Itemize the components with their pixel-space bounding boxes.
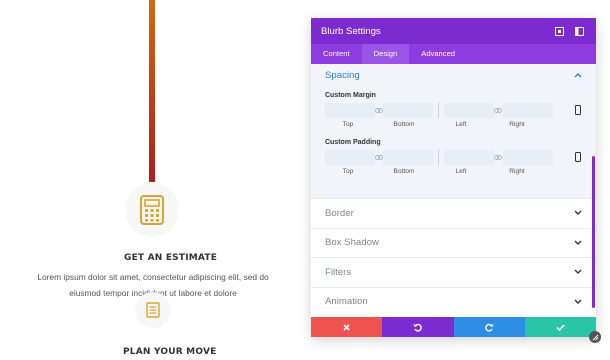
filters-title: Filters <box>325 266 352 278</box>
close-icon <box>343 323 350 331</box>
animation-section[interactable]: Animation <box>311 286 596 316</box>
spacing-section: Spacing Custom Margin Top Bottom Left Ri… <box>311 64 596 198</box>
tab-content[interactable]: Content <box>311 44 362 64</box>
settings-content: Spacing Custom Margin Top Bottom Left Ri… <box>311 64 596 317</box>
custom-padding-label: Custom Padding <box>325 139 381 146</box>
expand-icon[interactable] <box>552 24 566 38</box>
redo-button[interactable] <box>453 317 525 337</box>
spacing-section-header[interactable]: Spacing <box>311 64 596 86</box>
box-shadow-section[interactable]: Box Shadow <box>311 227 596 257</box>
border-title: Border <box>325 207 354 219</box>
check-icon <box>556 323 565 331</box>
scrollbar[interactable] <box>592 156 595 308</box>
link-icon[interactable] <box>375 151 384 164</box>
padding-top-input[interactable] <box>325 149 375 165</box>
step-title-estimate: GET AN ESTIMATE <box>124 253 218 263</box>
divider <box>438 102 440 118</box>
resize-icon <box>592 334 598 340</box>
link-icon[interactable] <box>375 104 384 117</box>
margin-right-label: Right <box>509 121 525 128</box>
resize-handle[interactable] <box>589 331 601 343</box>
padding-left-label: Left <box>455 168 467 175</box>
panel-header: Blurb Settings <box>311 18 596 44</box>
undo-icon <box>413 323 423 332</box>
box-shadow-title: Box Shadow <box>325 237 379 249</box>
mobile-device-icon[interactable] <box>574 104 582 117</box>
divider <box>438 149 440 165</box>
tab-design[interactable]: Design <box>361 44 410 64</box>
margin-bottom-label: Bottom <box>393 121 415 128</box>
margin-top-label: Top <box>342 121 354 128</box>
tab-advanced[interactable]: Advanced <box>409 44 467 64</box>
redo-icon <box>484 323 494 332</box>
step-title-plan: PLAN YOUR MOVE <box>123 347 217 357</box>
spacing-title: Spacing <box>325 69 360 81</box>
save-button[interactable] <box>524 317 596 337</box>
settings-tabs: Content Design Advanced <box>311 44 596 64</box>
plan-icon-circle <box>135 292 171 328</box>
blurb-settings-panel: Blurb Settings Content Design Advanced S… <box>311 18 596 337</box>
margin-right-input[interactable] <box>502 102 553 118</box>
custom-margin-row <box>311 102 596 118</box>
padding-bottom-label: Bottom <box>393 168 415 175</box>
timeline-line <box>149 0 155 182</box>
mobile-device-icon[interactable] <box>574 151 582 164</box>
border-section[interactable]: Border <box>311 198 596 228</box>
custom-margin-label: Custom Margin <box>325 92 376 99</box>
margin-bottom-input[interactable] <box>383 102 434 118</box>
animation-title: Animation <box>325 296 368 308</box>
padding-right-label: Right <box>509 168 525 175</box>
chevron-up-icon <box>574 73 582 78</box>
panel-title: Blurb Settings <box>321 25 381 37</box>
discard-button[interactable] <box>311 317 383 337</box>
calculator-icon <box>140 195 164 225</box>
document-icon <box>146 302 160 318</box>
filters-section[interactable]: Filters <box>311 257 596 287</box>
chevron-down-icon <box>574 210 582 216</box>
chevron-down-icon <box>574 240 582 245</box>
padding-bottom-input[interactable] <box>383 149 434 165</box>
link-icon[interactable] <box>494 151 503 164</box>
sidebar-toggle-icon[interactable] <box>572 24 586 38</box>
padding-sublabels: Top Bottom Left Right <box>311 165 596 175</box>
custom-padding-row <box>311 149 596 165</box>
link-icon[interactable] <box>494 104 503 117</box>
margin-left-label: Left <box>455 121 467 128</box>
padding-top-label: Top <box>342 168 354 175</box>
margin-sublabels: Top Bottom Left Right <box>311 118 596 128</box>
estimate-icon-circle <box>125 183 179 237</box>
panel-footer <box>311 317 596 337</box>
chevron-down-icon <box>574 299 582 304</box>
undo-button[interactable] <box>382 317 454 337</box>
margin-top-input[interactable] <box>325 102 375 118</box>
chevron-down-icon <box>574 269 582 275</box>
padding-right-input[interactable] <box>502 149 553 165</box>
padding-left-input[interactable] <box>444 149 495 165</box>
margin-left-input[interactable] <box>444 102 495 118</box>
